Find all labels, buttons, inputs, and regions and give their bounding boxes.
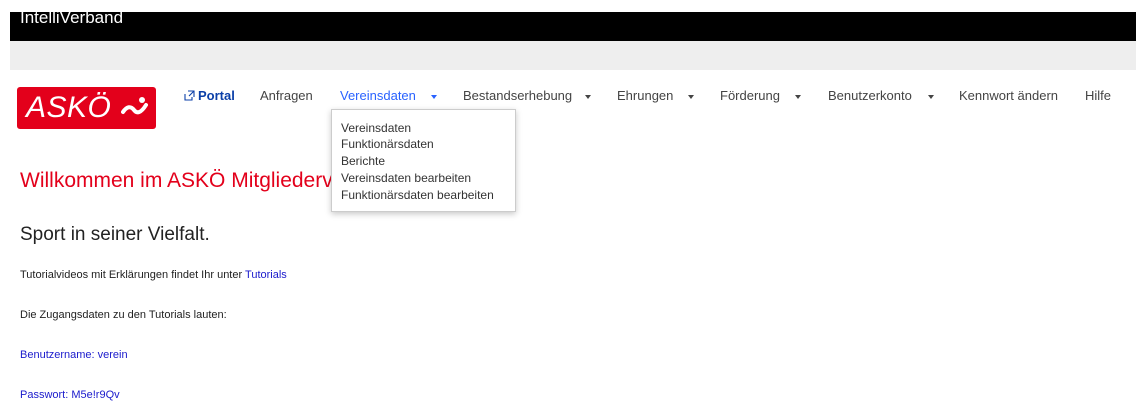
app-title: IntelliVerband <box>20 8 124 27</box>
asko-logo[interactable]: ASKÖ <box>17 87 156 129</box>
vereinsdaten-chevron-down-icon[interactable] <box>431 95 437 99</box>
tutorial-text: Tutorialvideos mit Erklärungen findet Ih… <box>20 269 246 281</box>
page-subtitle: Sport in seiner Vielfalt. <box>20 224 210 245</box>
nav-hilfe[interactable]: Hilfe <box>1085 88 1111 104</box>
dropdown-item-funktionaersdaten-bearbeiten[interactable]: Funktionärsdaten bearbeiten <box>341 187 494 203</box>
dropdown-item-funktionaersdaten[interactable]: Funktionärsdaten <box>341 136 434 152</box>
nav-anfragen[interactable]: Anfragen <box>260 88 313 104</box>
username-text: Benutzername: verein <box>20 349 128 361</box>
dropdown-item-berichte[interactable]: Berichte <box>341 153 385 169</box>
dropdown-item-vereinsdaten[interactable]: Vereinsdaten <box>341 120 411 136</box>
app-header: IntelliVerband <box>0 0 1136 41</box>
bestandserhebung-chevron-down-icon[interactable] <box>585 95 591 99</box>
ehrungen-chevron-down-icon[interactable] <box>688 95 694 99</box>
app-title-bar <box>10 12 1136 41</box>
dropdown-item-vereinsdaten-bearbeiten[interactable]: Vereinsdaten bearbeiten <box>341 170 471 186</box>
vereinsdaten-dropdown-menu: Vereinsdaten Funktionärsdaten Berichte V… <box>331 109 516 212</box>
password-text: Passwort: M5e!r9Qv <box>20 389 120 401</box>
nav-foerderung[interactable]: Förderung <box>720 88 780 104</box>
welcome-heading: Willkommen im ASKÖ Mitgliederv <box>20 169 333 192</box>
tutorial-paragraph: Tutorialvideos mit Erklärungen findet Ih… <box>20 268 287 282</box>
benutzerkonto-chevron-down-icon[interactable] <box>928 95 934 99</box>
nav-kennwort-aendern[interactable]: Kennwort ändern <box>959 88 1058 104</box>
nav-vereinsdaten[interactable]: Vereinsdaten <box>340 88 416 104</box>
tutorials-link[interactable]: Tutorials <box>245 269 287 281</box>
foerderung-chevron-down-icon[interactable] <box>795 95 801 99</box>
nav-bestandserhebung[interactable]: Bestandserhebung <box>463 88 572 104</box>
logo-text: ASKÖ <box>26 91 112 124</box>
nav-portal-label: Portal <box>198 88 235 103</box>
access-data-paragraph: Die Zugangsdaten zu den Tutorials lauten… <box>20 309 227 321</box>
nav-ehrungen[interactable]: Ehrungen <box>617 88 673 104</box>
asko-swoosh-logo-mark-icon <box>121 97 148 115</box>
sub-header-bar <box>10 41 1136 70</box>
nav-benutzerkonto[interactable]: Benutzerkonto <box>828 88 912 104</box>
external-share-icon <box>184 90 195 101</box>
nav-portal[interactable]: Portal <box>184 88 235 104</box>
